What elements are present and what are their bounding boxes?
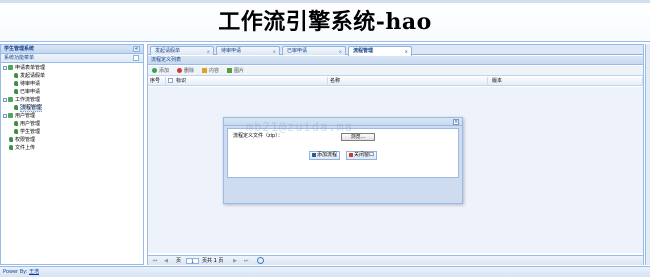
footer-prefix: Power By: [3, 269, 28, 275]
menu-header: 系统功能菜单 [1, 54, 143, 63]
left-panel-title: 学生管理系统 [4, 46, 35, 52]
close-icon[interactable]: × [339, 48, 342, 56]
page-number-input[interactable]: 1 [186, 258, 199, 264]
expand-icon[interactable]: - [3, 65, 7, 70]
tab-new-leave[interactable]: 发起请假单 × [150, 46, 214, 55]
leaf-icon [14, 81, 18, 86]
right-edge-bar [645, 44, 650, 265]
browse-button[interactable]: 浏览... [341, 133, 375, 141]
column-index[interactable]: 序号 [148, 77, 166, 86]
tree-node-new-leave[interactable]: 发起请假单 [14, 73, 45, 80]
add-button[interactable]: 添加 [152, 67, 169, 75]
leaf-icon [14, 121, 18, 126]
image-icon [227, 68, 232, 73]
tree-node-student-management[interactable]: 学生管理 [14, 129, 40, 136]
pager: ⏮ ◀ 页 1 页共 1 页 ▶ ⏭ [148, 255, 643, 265]
image-button[interactable]: 图片 [227, 67, 244, 75]
close-icon [349, 152, 353, 157]
tree-node-permission-management[interactable]: 权限管理 [9, 137, 35, 144]
leaf-icon [9, 137, 13, 142]
header-strip [0, 0, 650, 3]
folder-icon [8, 97, 13, 102]
leaf-icon [9, 145, 13, 150]
leaf-icon [14, 73, 18, 78]
left-panel: 学生管理系统 « 系统功能菜单 - 申请表单管理 发起请假单 待审申请 已审申请 … [0, 44, 144, 265]
column-name[interactable]: 名称 [328, 77, 488, 86]
close-icon[interactable]: × [207, 48, 210, 56]
page-title: 工作流引擎系统-hao [218, 9, 432, 35]
toolbar: 添加 删除 内容 图片 [148, 66, 643, 76]
refresh-icon[interactable] [257, 257, 264, 264]
tree-node-workflow-management[interactable]: - 工作流管理 [3, 97, 40, 104]
close-icon[interactable]: × [273, 48, 276, 56]
dialog-close-icon[interactable]: × [453, 119, 459, 125]
tab-process-management[interactable]: 流程管理 × [348, 46, 412, 56]
folder-icon [8, 65, 13, 70]
last-page-icon[interactable]: ⏭ [243, 258, 249, 264]
tree-node-form-management[interactable]: - 申请表单管理 [3, 65, 45, 72]
menu-title: 系统功能菜单 [4, 55, 35, 61]
menu-toggle-icon[interactable] [133, 55, 139, 61]
grid-header: 序号 标识 名称 版本 [148, 77, 643, 86]
select-all-checkbox[interactable] [168, 78, 173, 83]
watermark: mb21@zuida.ma [246, 120, 353, 134]
tree-node-user-management-folder[interactable]: - 用户管理 [3, 113, 35, 120]
leaf-icon [14, 105, 18, 110]
delete-button[interactable]: 删除 [177, 67, 194, 75]
save-icon [312, 152, 316, 157]
list-title: 流程定义列表 [148, 56, 643, 65]
dialog-body: 流程定义文件（zip）： 浏览... 添加流程 关闭窗口 [227, 128, 459, 178]
left-panel-header: 学生管理系统 « [1, 45, 143, 54]
add-process-button[interactable]: 添加流程 [309, 151, 341, 160]
tree-node-file-upload[interactable]: 文件上传 [9, 145, 35, 152]
next-page-icon[interactable]: ▶ [232, 258, 238, 264]
tab-reviewed[interactable]: 已审申请 × [282, 46, 346, 55]
column-key[interactable]: 标识 [166, 77, 328, 86]
tab-pending[interactable]: 待审申请 × [216, 46, 280, 55]
footer-author-link[interactable]: 王浩 [29, 269, 39, 275]
tree-node-pending[interactable]: 待审申请 [14, 81, 40, 88]
page-total: 页共 1 页 [202, 258, 224, 264]
tree-node-reviewed[interactable]: 已审申请 [14, 89, 40, 96]
column-version[interactable]: 版本 [488, 77, 643, 86]
tab-strip: 发起请假单 × 待审申请 × 已审申请 × 流程管理 × [148, 45, 643, 56]
content-button[interactable]: 内容 [202, 67, 219, 75]
tree-node-user-management[interactable]: 用户管理 [14, 121, 40, 128]
add-icon [152, 68, 157, 73]
collapse-panel-icon[interactable]: « [133, 46, 140, 52]
delete-icon [177, 68, 182, 73]
leaf-icon [14, 89, 18, 94]
app-header: 工作流引擎系统-hao [0, 0, 650, 42]
leaf-icon [14, 129, 18, 134]
tree-node-process-management[interactable]: 流程管理 [14, 104, 43, 112]
expand-icon[interactable]: - [3, 97, 7, 102]
content-icon [202, 68, 207, 73]
page-label: 页 [176, 258, 182, 264]
first-page-icon[interactable]: ⏮ [152, 258, 158, 264]
prev-page-icon[interactable]: ◀ [163, 258, 169, 264]
footer: Power By: 王浩 [0, 266, 650, 277]
close-window-button[interactable]: 关闭窗口 [346, 151, 378, 160]
expand-icon[interactable]: - [3, 113, 7, 118]
folder-icon [8, 113, 13, 118]
close-icon[interactable]: × [405, 48, 408, 56]
